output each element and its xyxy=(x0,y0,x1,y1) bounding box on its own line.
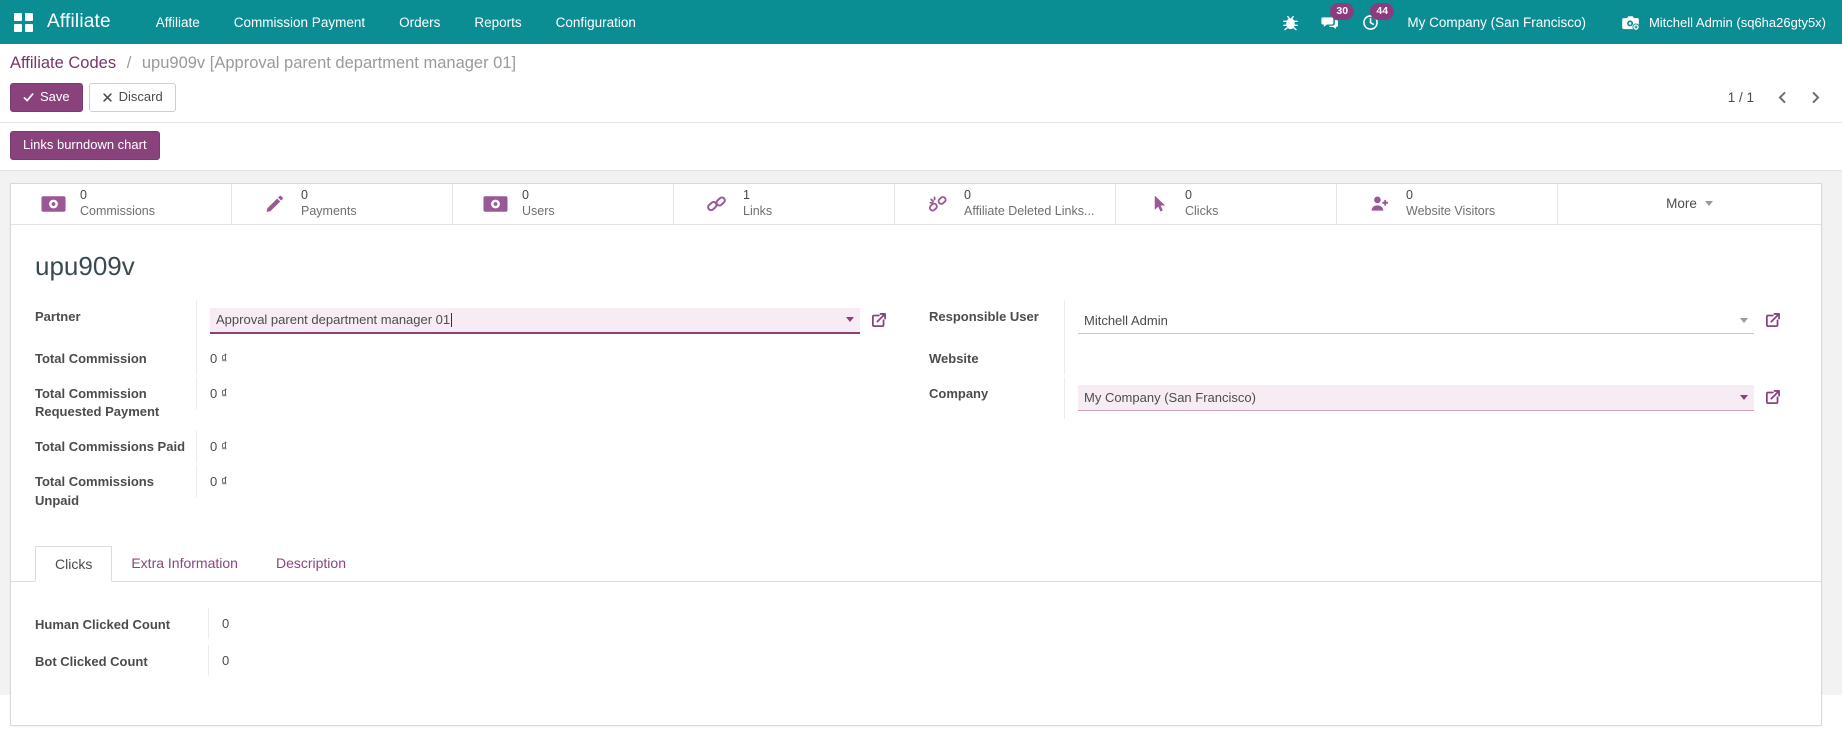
notebook: Clicks Extra Information Description Hum… xyxy=(11,545,1821,682)
activities-clock-icon[interactable]: 44 xyxy=(1353,3,1395,37)
chevron-down-icon[interactable] xyxy=(846,317,854,323)
stat-button-payments[interactable]: 0 Payments xyxy=(232,183,453,224)
pager-next-icon[interactable] xyxy=(1809,91,1822,104)
avatar-camera-icon xyxy=(1622,15,1640,31)
apps-grid-icon[interactable] xyxy=(14,12,33,32)
total-commissions-unpaid-label: Total Commissions Unpaid xyxy=(35,474,154,508)
text-cursor xyxy=(451,312,453,327)
stat-button-affiliate-deleted-links[interactable]: 0 Affiliate Deleted Links... xyxy=(895,183,1116,224)
bot-clicked-count-value: 0 xyxy=(208,644,1781,676)
chain-icon xyxy=(707,196,726,211)
discard-button[interactable]: Discard xyxy=(88,83,176,112)
record-title: upu909v xyxy=(35,250,135,281)
stat-button-clicks[interactable]: 0 Clicks xyxy=(1116,183,1337,224)
menu-commission-payment[interactable]: Commission Payment xyxy=(217,0,382,44)
responsible-user-label: Responsible User xyxy=(929,308,1039,324)
total-commission-value: 0 ₫ xyxy=(196,341,887,375)
website-value[interactable] xyxy=(1064,341,1781,375)
tab-description[interactable]: Description xyxy=(257,546,365,582)
breadcrumb-separator: / xyxy=(126,54,132,72)
total-commissions-paid-value: 0 ₫ xyxy=(196,430,887,464)
total-commissions-paid-label: Total Commissions Paid xyxy=(35,439,186,455)
tab-clicks-content: Human Clicked Count 0 Bot Clicked Count … xyxy=(11,582,1821,680)
chevron-down-icon xyxy=(1704,201,1713,207)
chain-broken-icon xyxy=(928,195,947,212)
company-switcher[interactable]: My Company (San Francisco) xyxy=(1393,15,1600,30)
external-link-icon[interactable] xyxy=(870,312,887,329)
stat-button-links[interactable]: 1 Links xyxy=(674,183,895,224)
menu-configuration[interactable]: Configuration xyxy=(539,0,653,44)
activities-count-badge: 44 xyxy=(1370,3,1395,20)
tab-clicks[interactable]: Clicks xyxy=(35,545,113,582)
total-commission-requested-payment-value: 0 ₫ xyxy=(196,376,887,410)
tab-extra-information[interactable]: Extra Information xyxy=(112,546,257,582)
chevron-down-icon[interactable] xyxy=(1740,317,1748,323)
view-action-row: Links burndown chart xyxy=(0,122,1842,171)
links-burndown-chart-button[interactable]: Links burndown chart xyxy=(10,130,160,160)
company-input[interactable]: My Company (San Francisco) xyxy=(1078,384,1754,411)
external-link-icon[interactable] xyxy=(1764,312,1781,329)
money-icon xyxy=(483,196,508,212)
breadcrumb-parent-link[interactable]: Affiliate Codes xyxy=(10,54,116,72)
stat-button-row: 0Commissions 0Payments 0Users 1Links xyxy=(11,183,1821,225)
human-clicked-count-label: Human Clicked Count xyxy=(35,616,171,632)
stat-button-commissions[interactable]: 0 Commissions xyxy=(11,183,232,224)
chevron-down-icon[interactable] xyxy=(1740,394,1748,400)
menu-reports[interactable]: Reports xyxy=(457,0,538,44)
user-plus-icon xyxy=(1371,196,1389,211)
control-panel: Affiliate Codes / upu909v [Approval pare… xyxy=(0,44,1842,123)
responsible-user-input[interactable]: Mitchell Admin xyxy=(1078,308,1754,334)
user-menu[interactable]: Mitchell Admin (sq6ha26gty5x) xyxy=(1606,12,1830,33)
cursor-icon xyxy=(1154,195,1165,212)
breadcrumb-current: upu909v [Approval parent department mana… xyxy=(141,54,517,72)
x-icon xyxy=(102,93,112,102)
total-commissions-unpaid-value: 0 ₫ xyxy=(196,465,887,499)
check-icon xyxy=(23,93,34,102)
website-label: Website xyxy=(929,350,979,366)
pager-previous-icon[interactable] xyxy=(1776,91,1789,104)
partner-input[interactable]: Approval parent department manager 01 xyxy=(210,307,860,334)
stat-button-website-visitors[interactable]: 0 Website Visitors xyxy=(1337,183,1558,224)
bot-clicked-count-label: Bot Clicked Count xyxy=(35,653,148,669)
company-label: Company xyxy=(929,385,989,401)
app-brand[interactable]: Affiliate xyxy=(47,11,111,33)
main-menu: Affiliate Commission Payment Orders Repo… xyxy=(139,0,653,44)
total-commission-label: Total Commission xyxy=(35,350,147,366)
save-button[interactable]: Save xyxy=(10,83,83,112)
form-fields: Partner Approval parent department manag… xyxy=(11,282,1821,519)
menu-affiliate[interactable]: Affiliate xyxy=(139,0,217,44)
form-sheet: 0Commissions 0Payments 0Users 1Links xyxy=(10,182,1822,726)
pencil-icon xyxy=(266,195,283,212)
money-icon xyxy=(41,196,66,212)
partner-label: Partner xyxy=(35,308,81,324)
external-link-icon[interactable] xyxy=(1764,389,1781,406)
debug-bug-icon[interactable] xyxy=(1273,7,1307,37)
content-area: 0Commissions 0Payments 0Users 1Links xyxy=(0,170,1842,726)
messages-count-badge: 30 xyxy=(1330,3,1355,20)
human-clicked-count-value: 0 xyxy=(208,607,1781,639)
user-name: Mitchell Admin (sq6ha26gty5x) xyxy=(1648,14,1826,30)
stat-button-users[interactable]: 0 Users xyxy=(453,183,674,224)
stat-more-dropdown[interactable]: More xyxy=(1558,184,1821,224)
pager-counter: 1 / 1 xyxy=(1727,89,1754,105)
menu-orders[interactable]: Orders xyxy=(382,0,457,44)
breadcrumb: Affiliate Codes / upu909v [Approval pare… xyxy=(10,54,1822,73)
total-commission-requested-payment-label: Total Commission Requested Payment xyxy=(35,385,160,420)
top-navbar: Affiliate Affiliate Commission Payment O… xyxy=(0,0,1842,44)
messages-icon[interactable]: 30 xyxy=(1313,3,1355,37)
